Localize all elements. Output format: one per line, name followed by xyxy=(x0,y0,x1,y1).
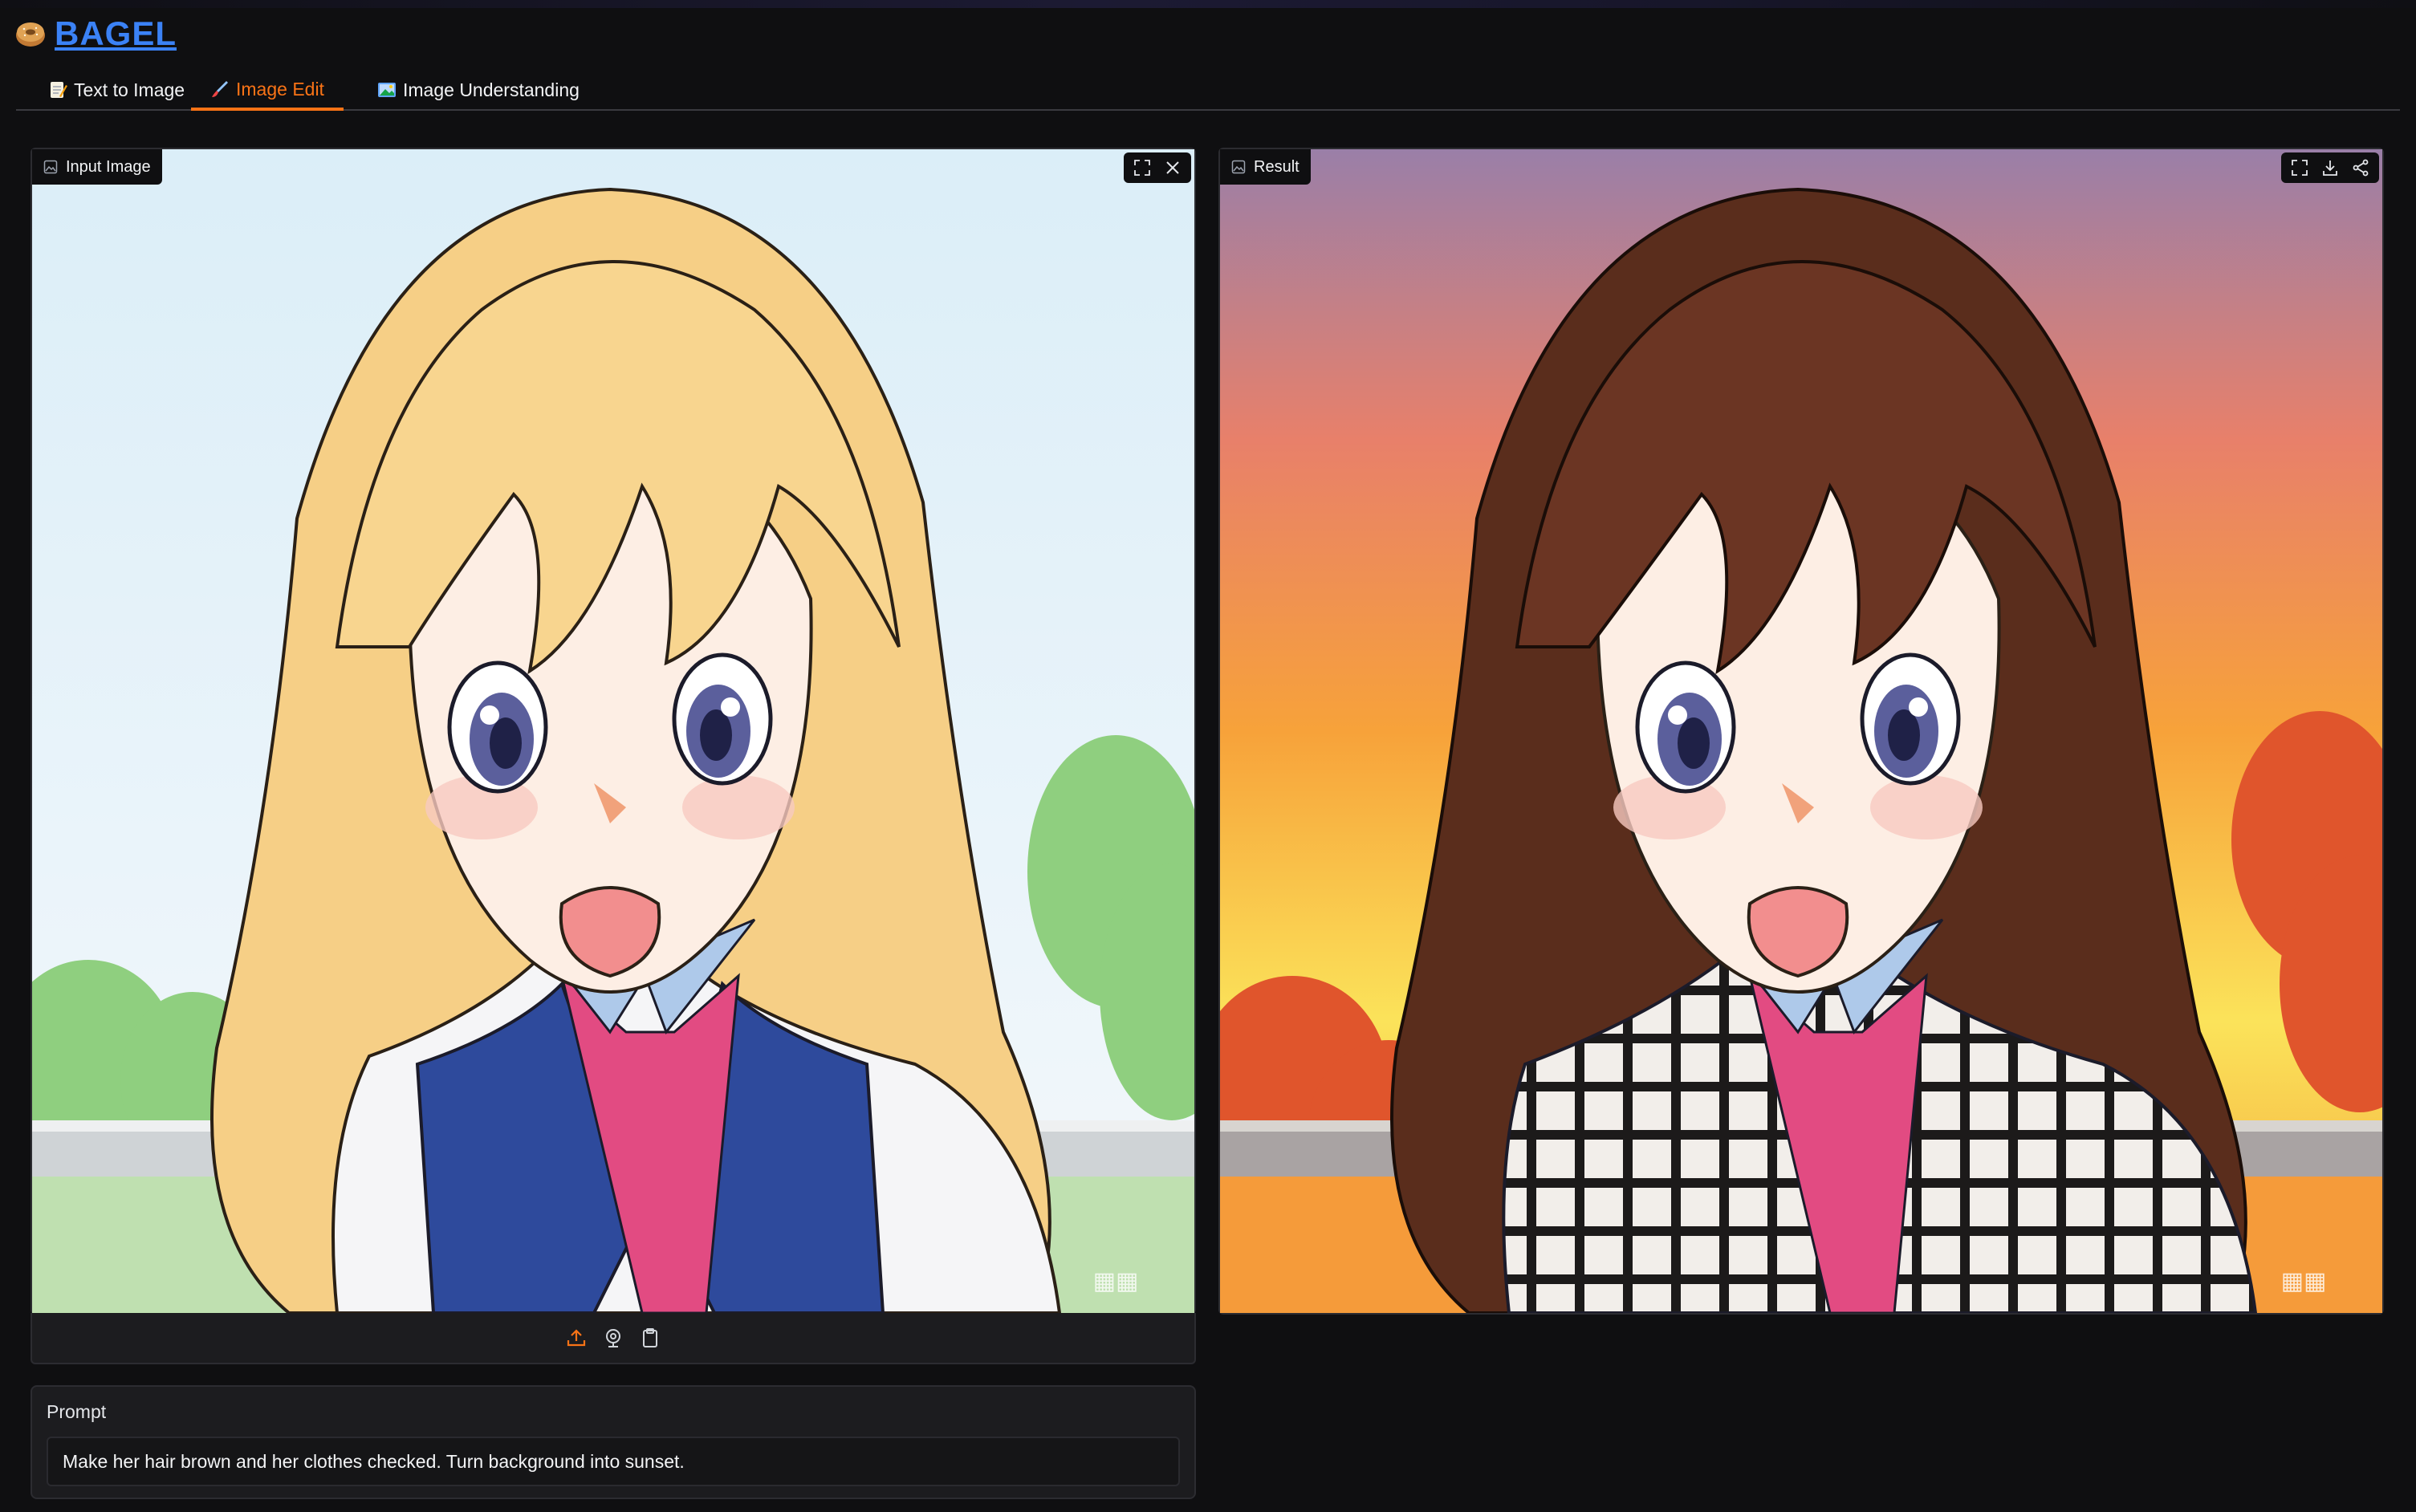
fullscreen-button[interactable] xyxy=(1129,154,1156,181)
download-icon xyxy=(2323,161,2337,176)
input-image-toolbar xyxy=(1124,152,1191,183)
image-icon xyxy=(1231,160,1246,174)
svg-text:▦▦: ▦▦ xyxy=(1093,1267,1139,1295)
memo-icon xyxy=(51,82,67,98)
clipboard-icon xyxy=(643,1328,657,1347)
tab-bar: Text to Image Image Edit Image Understan… xyxy=(16,71,2400,111)
result-panel: Result ▦▦ xyxy=(1218,148,2384,1315)
input-anime-illustration: ▦▦ xyxy=(32,149,1194,1313)
result-label: Result xyxy=(1220,149,1311,185)
close-icon xyxy=(1166,161,1179,174)
input-image-panel: Input Image ▦▦ xyxy=(31,148,1196,1315)
bagel-logo-icon xyxy=(16,22,45,47)
top-gradient-bar xyxy=(0,0,2416,8)
webcam-button[interactable] xyxy=(602,1327,624,1349)
image-icon xyxy=(43,160,58,174)
input-image-label: Input Image xyxy=(32,149,162,185)
prompt-input[interactable]: Make her hair brown and her clothes chec… xyxy=(47,1437,1180,1486)
result-toolbar xyxy=(2281,152,2379,183)
app-title-link[interactable]: BAGEL xyxy=(55,14,177,53)
tab-label: Text to Image xyxy=(74,79,185,100)
tab-label: Image Edit xyxy=(236,78,324,100)
svg-text:▦▦: ▦▦ xyxy=(2281,1267,2327,1295)
picture-icon xyxy=(378,83,396,97)
download-button[interactable] xyxy=(2316,154,2344,181)
webcam-icon xyxy=(606,1329,620,1347)
prompt-label: Prompt xyxy=(47,1401,107,1422)
paste-clipboard-button[interactable] xyxy=(639,1327,661,1349)
clear-image-button[interactable] xyxy=(1159,154,1186,181)
fullscreen-icon xyxy=(1134,160,1150,176)
paintbrush-icon xyxy=(212,81,228,97)
input-image-canvas[interactable]: ▦▦ xyxy=(32,149,1194,1313)
share-button[interactable] xyxy=(2347,154,2374,181)
upload-icon xyxy=(567,1329,586,1347)
prompt-panel: Prompt Make her hair brown and her cloth… xyxy=(31,1385,1196,1499)
tab-image-edit[interactable]: Image Edit xyxy=(191,71,344,111)
tab-label: Image Understanding xyxy=(403,79,580,100)
tab-text-to-image[interactable]: Text to Image xyxy=(29,71,204,109)
fullscreen-icon xyxy=(2292,160,2308,176)
upload-button[interactable] xyxy=(565,1327,588,1349)
input-source-bar xyxy=(31,1313,1196,1364)
share-icon xyxy=(2353,159,2369,177)
app-header: BAGEL xyxy=(14,11,177,56)
tab-image-understanding[interactable]: Image Understanding xyxy=(358,71,599,109)
result-anime-illustration: ▦▦ xyxy=(1220,149,2382,1313)
result-image-canvas[interactable]: ▦▦ xyxy=(1220,149,2382,1313)
fullscreen-button[interactable] xyxy=(2286,154,2313,181)
